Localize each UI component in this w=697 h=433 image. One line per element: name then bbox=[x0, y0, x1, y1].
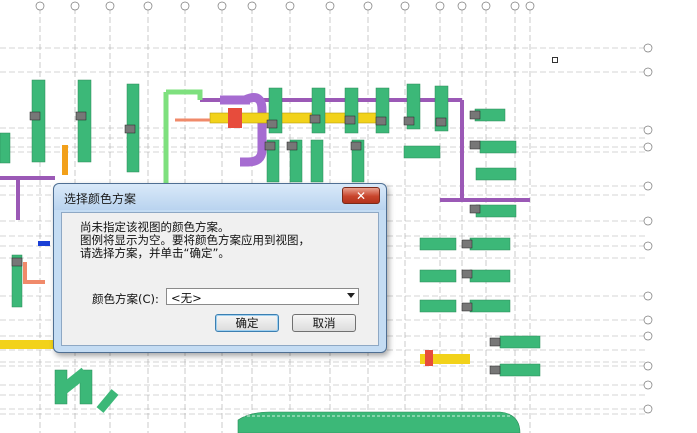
close-button[interactable]: ✕ bbox=[342, 187, 380, 204]
select-color-scheme-dialog: 选择颜色方案 ✕ 尚未指定该视图的颜色方案。 图例将显示为空。要将颜色方案应用到… bbox=[53, 183, 387, 353]
cancel-button[interactable]: 取消 bbox=[292, 314, 356, 332]
legend-checkbox[interactable] bbox=[552, 57, 558, 63]
chevron-down-icon[interactable] bbox=[347, 293, 355, 298]
dialog-titlebar[interactable]: 选择颜色方案 ✕ bbox=[54, 184, 386, 210]
dialog-content: 尚未指定该视图的颜色方案。 图例将显示为空。要将颜色方案应用到视图， 请选择方案… bbox=[61, 212, 379, 346]
dialog-title: 选择颜色方案 bbox=[64, 192, 137, 206]
message-line-3: 请选择方案，并单击“确定”。 bbox=[80, 246, 230, 260]
color-scheme-label: 颜色方案(C): bbox=[92, 292, 159, 306]
dialog-message: 尚未指定该视图的颜色方案。 图例将显示为空。要将颜色方案应用到视图， 请选择方案… bbox=[80, 221, 310, 260]
color-scheme-select[interactable]: <无> bbox=[166, 288, 359, 305]
color-scheme-value: <无> bbox=[171, 291, 202, 305]
ok-button[interactable]: 确定 bbox=[215, 314, 279, 332]
